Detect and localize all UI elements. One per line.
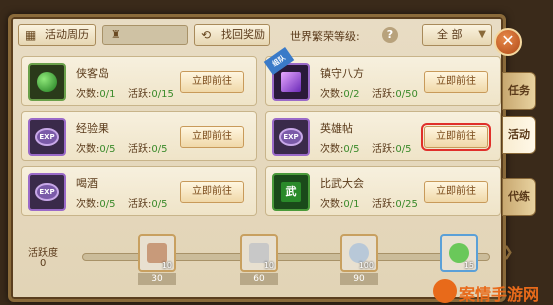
activity-card-zhenshou: 组队 镇守八方 次数:0/2 活跃:0/50 立即前往 <box>263 46 501 106</box>
watermark: 案情手游网 <box>433 277 551 305</box>
count-stat: 次数:0/5 <box>76 144 116 155</box>
activity-label: 活跃度 <box>28 248 58 259</box>
tab-huodong[interactable]: 活动 <box>502 116 536 154</box>
recover-icon: ⟲ <box>201 28 212 42</box>
reward-points: 60 <box>240 273 278 285</box>
activity-value: 0 <box>40 258 47 269</box>
activity-card-jingyanguo: EXP 经验果 次数:0/5 活跃:0/5 立即前往 <box>21 111 257 161</box>
chevron-down-icon: ▼ <box>478 29 486 40</box>
go-button[interactable]: 立即前往 <box>180 71 244 93</box>
exp-orb-icon: EXP <box>28 173 66 211</box>
calendar-icon: ▦ <box>25 28 37 42</box>
active-stat: 活跃:0/25 <box>372 199 418 210</box>
active-stat: 活跃:0/50 <box>372 89 418 100</box>
activity-progress: 活跃度 0 10 30 10 60 100 90 15 ❯ <box>22 234 514 298</box>
jade-staff-icon <box>28 63 66 101</box>
active-stat: 活跃:0/5 <box>372 144 412 155</box>
go-button[interactable]: 立即前往 <box>180 181 244 203</box>
reward-points: 30 <box>138 273 176 285</box>
exp-orb-icon: EXP <box>272 118 310 156</box>
silver-coin-icon <box>349 243 369 263</box>
card-title: 喝酒 <box>76 177 98 190</box>
reward-silver-coin[interactable]: 100 <box>340 234 378 272</box>
martial-book-icon: 武 <box>272 173 310 211</box>
crown-icon: ♜ <box>111 28 121 41</box>
tab-renwu[interactable]: 任务 <box>502 72 536 110</box>
active-stat: 活跃:0/15 <box>128 89 174 100</box>
reward-wing-cloak[interactable]: 10 <box>138 234 176 272</box>
help-icon[interactable]: ? <box>382 27 398 43</box>
calendar-button[interactable]: ▦ 活动周历 <box>18 24 96 46</box>
reward-green-gem[interactable]: 15 <box>440 234 478 272</box>
activity-card-hejiu: EXP 喝酒 次数:0/5 活跃:0/5 立即前往 <box>21 166 257 216</box>
card-title: 镇守八方 <box>320 67 364 80</box>
activity-card-yingxiongtie: EXP 英雄帖 次数:0/5 活跃:0/5 立即前往 <box>265 111 501 161</box>
green-gem-icon <box>449 243 469 263</box>
watermark-text: 案情手游网 <box>459 285 540 304</box>
prosperity-level-label: 世界繁荣等级: <box>290 30 360 43</box>
filter-selected: 全 部 <box>437 28 463 41</box>
active-stat: 活跃:0/5 <box>128 199 168 210</box>
calendar-label: 活动周历 <box>45 28 89 41</box>
tab-dailian[interactable]: 代练 <box>502 178 536 216</box>
activity-card-xiakedao: 侠客岛 次数:0/1 活跃:0/15 立即前往 <box>21 56 257 106</box>
go-button-highlighted[interactable]: 立即前往 <box>421 123 491 151</box>
card-title: 经验果 <box>76 122 109 135</box>
reward-silver-ingot[interactable]: 10 <box>240 234 278 272</box>
filter-select[interactable]: 全 部 ▼ <box>422 24 492 46</box>
close-button[interactable]: ✕ <box>494 28 522 56</box>
find-reward-button[interactable]: ⟲ 找回奖励 <box>194 24 270 46</box>
silver-ingot-icon <box>249 243 269 263</box>
activity-card-biwudahui: 武 比武大会 次数:0/1 活跃:0/25 立即前往 <box>265 166 501 216</box>
go-button[interactable]: 立即前往 <box>424 71 488 93</box>
count-stat: 次数:0/2 <box>320 89 360 100</box>
chevron-right-icon[interactable]: ❯ <box>502 244 514 260</box>
notice-field: ♜ <box>102 25 188 45</box>
card-title: 比武大会 <box>320 177 364 190</box>
count-stat: 次数:0/1 <box>320 199 360 210</box>
active-stat: 活跃:0/5 <box>128 144 168 155</box>
count-stat: 次数:0/1 <box>76 89 116 100</box>
reward-points: 90 <box>340 273 378 285</box>
count-stat: 次数:0/5 <box>320 144 360 155</box>
toolbar: ▦ 活动周历 ♜ ⟲ 找回奖励 世界繁荣等级: ? 全 部 ▼ <box>18 24 496 50</box>
go-button[interactable]: 立即前往 <box>424 181 488 203</box>
find-reward-label: 找回奖励 <box>221 28 265 41</box>
exp-orb-icon: EXP <box>28 118 66 156</box>
wing-cloak-icon <box>147 243 167 263</box>
card-title: 侠客岛 <box>76 67 109 80</box>
go-button[interactable]: 立即前往 <box>180 126 244 148</box>
watermark-logo-icon <box>433 279 457 303</box>
card-title: 英雄帖 <box>320 122 353 135</box>
count-stat: 次数:0/5 <box>76 199 116 210</box>
